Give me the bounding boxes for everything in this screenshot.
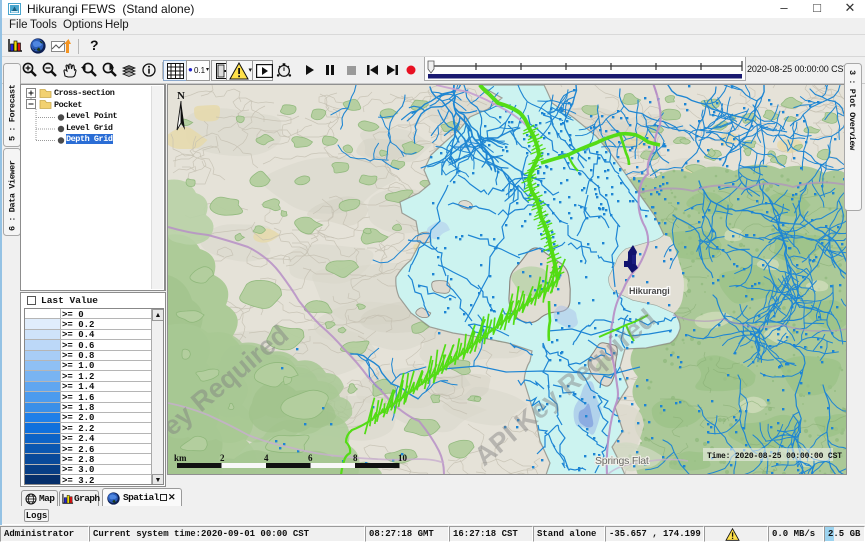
svg-text:4: 4 xyxy=(264,453,269,463)
svg-text:Time: 2020-08-25 00:00:00 CST: Time: 2020-08-25 00:00:00 CST xyxy=(707,452,842,461)
svg-text:10: 10 xyxy=(398,453,408,463)
svg-text:Springs Flat: Springs Flat xyxy=(595,455,649,467)
svg-text:6 : Data Viewer: 6 : Data Viewer xyxy=(8,160,18,231)
svg-text:3 : Plot Overview: 3 : Plot Overview xyxy=(847,70,857,151)
svg-text:N: N xyxy=(177,90,185,102)
svg-text:8: 8 xyxy=(353,453,358,463)
svg-text:6: 6 xyxy=(308,453,313,463)
svg-text:2: 2 xyxy=(220,453,225,463)
svg-text:km: km xyxy=(174,453,187,463)
svg-text:5 : Forecast: 5 : Forecast xyxy=(8,84,18,141)
svg-text:Hikurangi: Hikurangi xyxy=(629,286,670,296)
